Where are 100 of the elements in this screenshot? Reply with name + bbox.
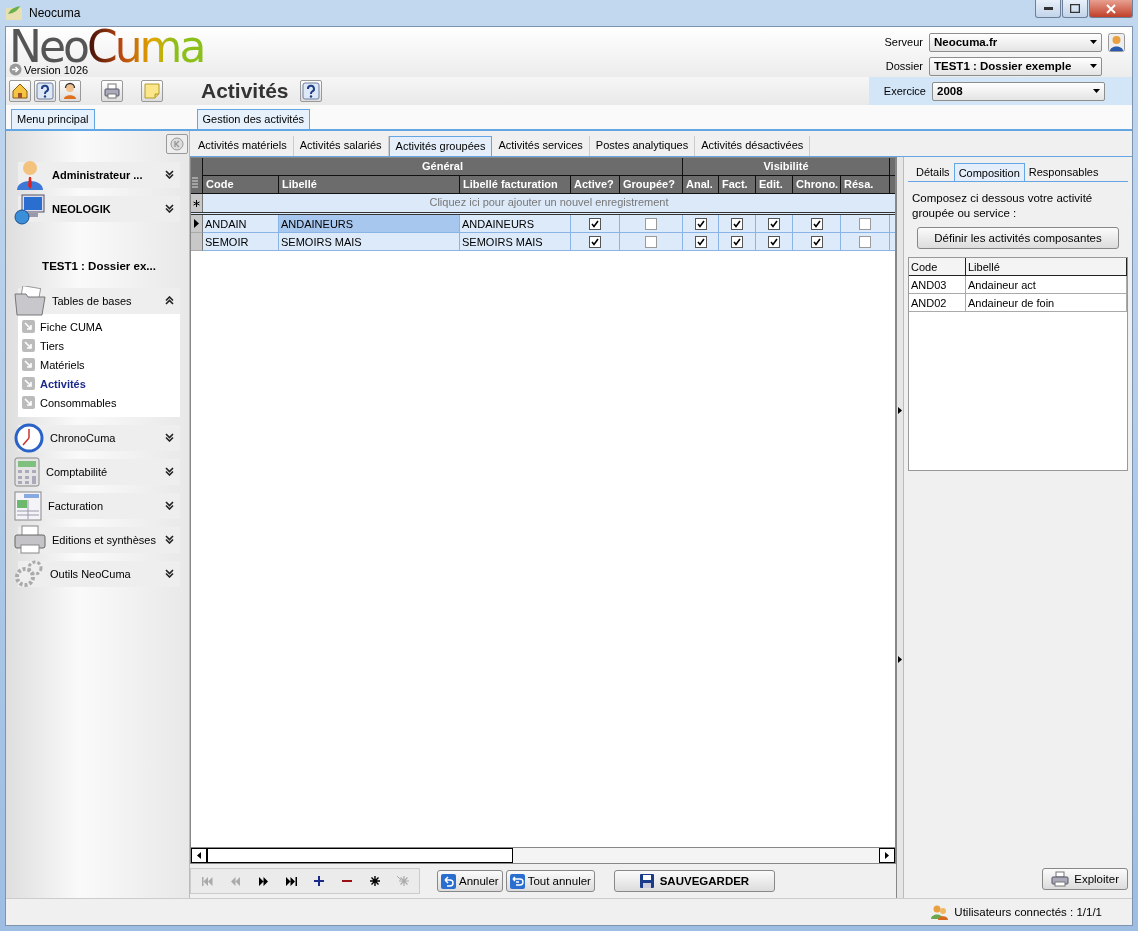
house-icon	[11, 82, 29, 100]
tab[interactable]: Composition	[953, 163, 1025, 181]
dropdown[interactable]: TEST1 : Dossier exemple	[929, 56, 1102, 76]
module-name: Editions et synthèses	[52, 534, 156, 546]
close-icon	[1106, 3, 1116, 14]
window-title: Neocuma	[29, 6, 81, 20]
help-icon	[301, 82, 320, 100]
arrow-circle-icon[interactable]	[9, 63, 22, 76]
account-name: NEOLOGIK	[52, 203, 111, 215]
table-cell: ANDAINEURS	[460, 215, 571, 233]
tab[interactable]: Gestion des activités	[196, 109, 311, 129]
chevron-icon	[165, 296, 174, 305]
undo-icon	[441, 873, 456, 889]
tab[interactable]: Postes analytiques	[589, 136, 696, 156]
tab[interactable]: Activités groupées	[388, 136, 493, 156]
row-selector[interactable]	[191, 215, 203, 233]
connected-users: Utilisateurs connectés : 1/1/1	[954, 906, 1102, 918]
column-header[interactable]: Code	[203, 176, 279, 194]
menu-item[interactable]: Activités	[40, 377, 86, 390]
column-header[interactable]: Libellé	[279, 176, 460, 194]
column-header[interactable]: Code	[909, 258, 966, 276]
toolbar-button[interactable]	[34, 80, 56, 102]
tab[interactable]: Activités désactivées	[695, 136, 811, 156]
toolbar-button[interactable]	[59, 80, 81, 102]
maximize-button[interactable]	[1062, 0, 1088, 18]
export-button[interactable]: Exploiter	[1042, 868, 1128, 890]
table-cell: SEMOIRS MAIS	[279, 233, 460, 251]
checkbox[interactable]	[589, 235, 601, 248]
tab[interactable]: Menu principal	[11, 109, 95, 129]
module-name: Comptabilité	[46, 466, 108, 478]
module-name: Outils NeoCuma	[50, 568, 131, 580]
checkbox[interactable]	[768, 235, 780, 248]
column-header[interactable]: Groupée?	[620, 176, 683, 194]
column-header[interactable]: Libellé	[966, 258, 1127, 276]
user-icon[interactable]	[1108, 32, 1125, 52]
close-button[interactable]	[1089, 0, 1133, 18]
module-name: ChronoCuma	[50, 432, 116, 444]
instruction-text: Composez ci dessous votre activité groupée ou service :	[911, 191, 1094, 221]
tab[interactable]: Activités services	[492, 136, 590, 156]
minus-icon	[342, 880, 352, 882]
dropdown-caret-icon	[1093, 89, 1100, 93]
checkbox[interactable]	[859, 217, 871, 230]
checkbox[interactable]	[810, 235, 823, 248]
checkbox[interactable]	[731, 235, 743, 248]
tab[interactable]: Responsables	[1024, 163, 1103, 181]
menu-item[interactable]: Tiers	[40, 339, 65, 352]
dropdown[interactable]: Neocuma.fr	[929, 32, 1102, 52]
help-button[interactable]	[299, 80, 322, 102]
column-header[interactable]: Fact.	[719, 176, 756, 194]
app-icon	[5, 4, 23, 22]
module-name: Facturation	[48, 500, 104, 512]
horizontal-scrollbar[interactable]	[190, 847, 896, 864]
column-header[interactable]: Anal.	[683, 176, 719, 194]
define-button[interactable]: Définir les activités composantes	[917, 227, 1119, 249]
dropdown[interactable]: 2008	[932, 81, 1105, 101]
tab[interactable]: Activités salariés	[293, 136, 389, 156]
column-header[interactable]: Résa.	[841, 176, 890, 194]
printer-icon	[14, 525, 46, 555]
table-cell: SEMOIRS MAIS	[460, 233, 571, 251]
menu-item[interactable]: Fiche CUMA	[40, 320, 103, 333]
account-header[interactable]: Administrateur ...	[18, 162, 180, 188]
column-header[interactable]: Libellé facturation	[460, 176, 571, 194]
module-header[interactable]: Outils NeoCuma	[18, 561, 180, 587]
checkbox[interactable]	[694, 235, 707, 248]
arrow-icon	[22, 358, 35, 371]
asterisk-cancel-icon	[397, 876, 409, 886]
gears-icon	[14, 559, 44, 589]
save-button[interactable]: SAUVEGARDER	[613, 870, 775, 892]
checkbox[interactable]	[694, 217, 707, 230]
column-group-header: Visibilité	[683, 158, 890, 176]
left-arrow-icon	[197, 852, 201, 859]
menu-item[interactable]: Consommables	[40, 396, 117, 409]
right-arrow-icon	[898, 656, 902, 663]
checkbox[interactable]	[810, 217, 823, 230]
action-button[interactable]: Tout annuler	[505, 870, 595, 892]
table-cell: SEMOIR	[203, 233, 279, 251]
computer-icon	[14, 193, 46, 225]
chevron-icon	[165, 535, 174, 544]
minimize-icon	[1043, 7, 1053, 10]
column-header[interactable]: Chrono.	[793, 176, 841, 194]
menu-item[interactable]: Matériels	[40, 358, 85, 371]
account-name: Administrateur ...	[52, 169, 143, 181]
checkbox[interactable]	[731, 217, 743, 230]
last-record-icon	[285, 876, 297, 886]
toolbar-button[interactable]	[9, 80, 31, 102]
tab[interactable]: Activités matériels	[192, 136, 294, 156]
column-header[interactable]: Edit.	[756, 176, 793, 194]
checkbox[interactable]	[768, 217, 780, 230]
arrow-icon	[22, 396, 35, 409]
column-header[interactable]: Active?	[571, 176, 620, 194]
action-button[interactable]: Annuler	[437, 870, 503, 892]
folder-label: TEST1 : Dossier ex...	[41, 260, 157, 272]
checkbox[interactable]	[859, 235, 871, 248]
table-cell: Andaineur act	[966, 276, 1127, 294]
tab[interactable]: Détails	[912, 163, 954, 181]
checkbox[interactable]	[645, 235, 657, 248]
checkbox[interactable]	[645, 217, 657, 230]
minimize-button[interactable]	[1035, 0, 1061, 18]
person-icon	[14, 159, 46, 191]
checkbox[interactable]	[589, 217, 601, 230]
